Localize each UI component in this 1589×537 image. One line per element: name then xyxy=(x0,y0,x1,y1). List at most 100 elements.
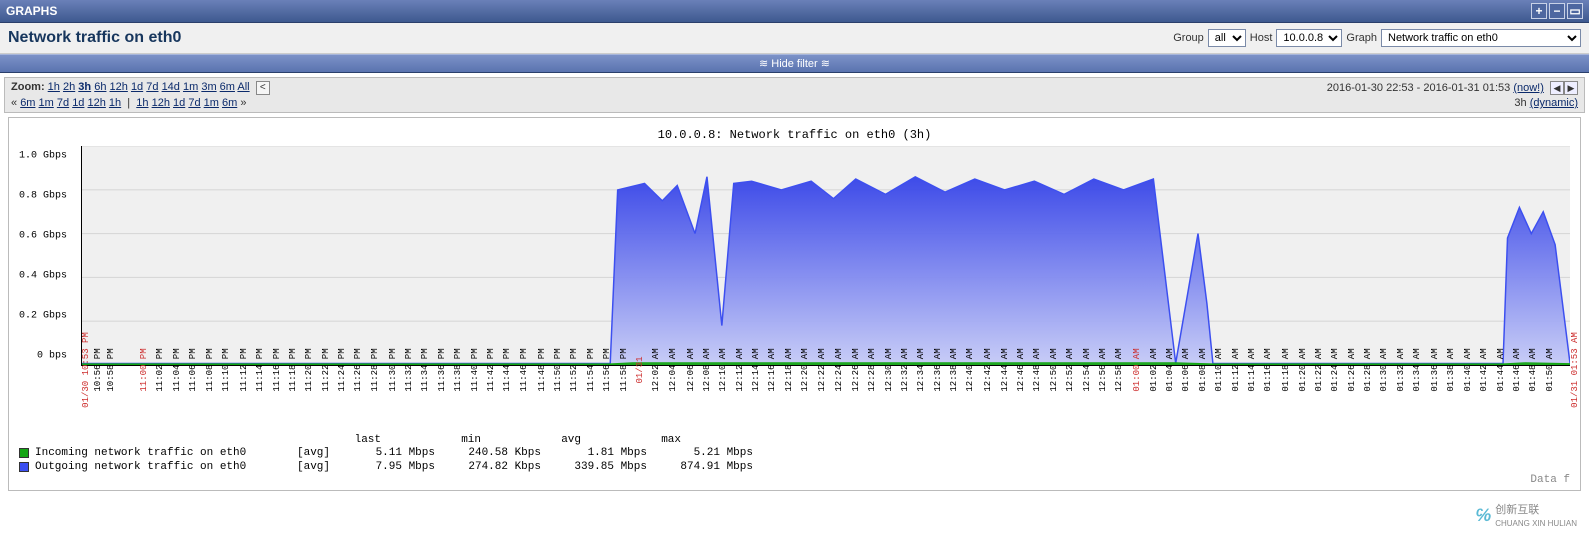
nav-row: « 6m 1m 7d 1d 12h 1h | 1h 12h 1d 7d 1m 6… xyxy=(11,97,270,109)
xtick: 12:18 AM xyxy=(784,348,794,391)
zoom-14d[interactable]: 14d xyxy=(162,81,180,93)
zoom-1h[interactable]: 1h xyxy=(48,81,60,93)
xtick: 01:44 AM xyxy=(1496,348,1506,391)
legend-val: 5.21 Mbps xyxy=(661,446,761,460)
xtick: 11:42 PM xyxy=(486,348,496,391)
xtick: 12:56 AM xyxy=(1098,348,1108,391)
xtick: 01:34 AM xyxy=(1412,348,1422,391)
nav-1d[interactable]: 1d xyxy=(72,97,84,109)
xtick: 11:48 PM xyxy=(537,348,547,391)
xtick: 11:46 PM xyxy=(519,348,529,391)
ytick: 0.2 Gbps xyxy=(19,311,67,322)
xtick: 12:30 AM xyxy=(884,348,894,391)
zoom-3h[interactable]: 3h xyxy=(78,81,91,93)
legend: lastminavgmax Incoming network traffic o… xyxy=(19,434,1570,486)
zoom-3m[interactable]: 3m xyxy=(201,81,216,93)
xtick: 01:12 AM xyxy=(1231,348,1241,391)
xtick: 12:50 AM xyxy=(1049,348,1059,391)
nav-1h[interactable]: 1h xyxy=(136,97,148,109)
graph-panel: 10.0.0.8: Network traffic on eth0 (3h) 0… xyxy=(8,117,1581,491)
legend-col: min xyxy=(389,434,489,446)
step-back-icon[interactable]: ◀ xyxy=(1550,81,1564,95)
xtick: 01/31 01:53 AM xyxy=(1570,332,1580,408)
xtick: 12:02 AM xyxy=(651,348,661,391)
xtick: 12:10 AM xyxy=(718,348,728,391)
xtick: 12:22 AM xyxy=(817,348,827,391)
xtick: 01:10 AM xyxy=(1214,348,1224,391)
xtick: 11:34 PM xyxy=(420,348,430,391)
watermark: ℅ 创新互联 CHUANG XIN HULIAN xyxy=(1475,501,1577,529)
xtick: 11:06 PM xyxy=(188,348,198,391)
xtick: 01:24 AM xyxy=(1330,348,1340,391)
legend-row: Incoming network traffic on eth0[avg]5.1… xyxy=(19,446,1570,460)
plus-icon[interactable]: + xyxy=(1531,3,1547,19)
zoom-7d[interactable]: 7d xyxy=(146,81,158,93)
panel-header: GRAPHS + − ▭ xyxy=(0,0,1589,23)
chart-plot[interactable]: ▲ xyxy=(81,146,1570,366)
arrow-up-icon: ▲ xyxy=(81,146,88,149)
ytick: 0.4 Gbps xyxy=(19,271,67,282)
minus-icon[interactable]: − xyxy=(1549,3,1565,19)
xtick: 12:54 AM xyxy=(1082,348,1092,391)
host-label: Host xyxy=(1250,32,1273,44)
ytick: 0.8 Gbps xyxy=(19,191,67,202)
legend-val: 874.91 Mbps xyxy=(661,460,761,474)
legend-footer: Data f xyxy=(19,474,1570,486)
nav-6m[interactable]: 6m xyxy=(222,97,237,109)
zoom-1m[interactable]: 1m xyxy=(183,81,198,93)
xtick: 11:50 PM xyxy=(553,348,563,391)
xtick: 11:16 PM xyxy=(272,348,282,391)
xtick: 01:28 AM xyxy=(1363,348,1373,391)
zoom-All[interactable]: All xyxy=(237,81,249,93)
hide-filter-bar[interactable]: ≋ Hide filter ≋ xyxy=(0,54,1589,73)
panel-title: GRAPHS xyxy=(6,4,57,18)
legend-col: max xyxy=(589,434,689,446)
nav-1m[interactable]: 1m xyxy=(39,97,54,109)
step-fwd-icon[interactable]: ▶ xyxy=(1564,81,1578,95)
xtick: 01:30 AM xyxy=(1379,348,1389,391)
now-link[interactable]: (now!) xyxy=(1513,82,1544,94)
zoom-6m[interactable]: 6m xyxy=(220,81,235,93)
clear-zoom-icon[interactable]: < xyxy=(256,81,270,95)
date-range: 2016-01-30 22:53 - 2016-01-31 01:53 xyxy=(1327,82,1510,94)
legend-swatch xyxy=(19,448,29,458)
nav-far-right[interactable]: » xyxy=(240,97,246,109)
xtick: 01:08 AM xyxy=(1198,348,1208,391)
xtick: 01:04 AM xyxy=(1165,348,1175,391)
zoom-6h[interactable]: 6h xyxy=(94,81,106,93)
zoom-2h[interactable]: 2h xyxy=(63,81,75,93)
nav-7d[interactable]: 7d xyxy=(57,97,69,109)
maximize-icon[interactable]: ▭ xyxy=(1567,3,1583,19)
xtick: 11:54 PM xyxy=(586,348,596,391)
watermark-logo-icon: ℅ xyxy=(1475,505,1491,526)
nav-6m[interactable]: 6m xyxy=(20,97,35,109)
group-select[interactable]: all xyxy=(1208,29,1246,47)
xtick: 11:36 PM xyxy=(437,348,447,391)
xtick: 11:56 PM xyxy=(602,348,612,391)
nav-1h[interactable]: 1h xyxy=(109,97,121,109)
zoom-1d[interactable]: 1d xyxy=(131,81,143,93)
nav-1m[interactable]: 1m xyxy=(204,97,219,109)
mode-link[interactable]: (dynamic) xyxy=(1530,97,1578,109)
host-select[interactable]: 10.0.0.8 xyxy=(1276,29,1342,47)
nav-12h[interactable]: 12h xyxy=(88,97,106,109)
xtick: 11:30 PM xyxy=(388,348,398,391)
xtick: 12:52 AM xyxy=(1065,348,1075,391)
xtick: 01:50 AM xyxy=(1545,348,1555,391)
x-axis: 01/30 10:53 PM10:56 PM10:58 PM11:00 PM11… xyxy=(81,366,1570,432)
xtick: 12:26 AM xyxy=(851,348,861,391)
xtick: 12:14 AM xyxy=(751,348,761,391)
nav-far-left[interactable]: « xyxy=(11,97,17,109)
nav-7d[interactable]: 7d xyxy=(188,97,200,109)
group-label: Group xyxy=(1173,32,1204,44)
legend-col: avg xyxy=(489,434,589,446)
selector-row: Group all Host 10.0.0.8 Graph Network tr… xyxy=(1173,29,1581,47)
nav-1d[interactable]: 1d xyxy=(173,97,185,109)
zoom-12h[interactable]: 12h xyxy=(110,81,128,93)
xtick: 01:38 AM xyxy=(1446,348,1456,391)
xtick: 12:24 AM xyxy=(834,348,844,391)
xtick: 12:08 AM xyxy=(702,348,712,391)
nav-12h[interactable]: 12h xyxy=(152,97,170,109)
ytick: 0.6 Gbps xyxy=(19,231,67,242)
graph-select[interactable]: Network traffic on eth0 xyxy=(1381,29,1581,47)
